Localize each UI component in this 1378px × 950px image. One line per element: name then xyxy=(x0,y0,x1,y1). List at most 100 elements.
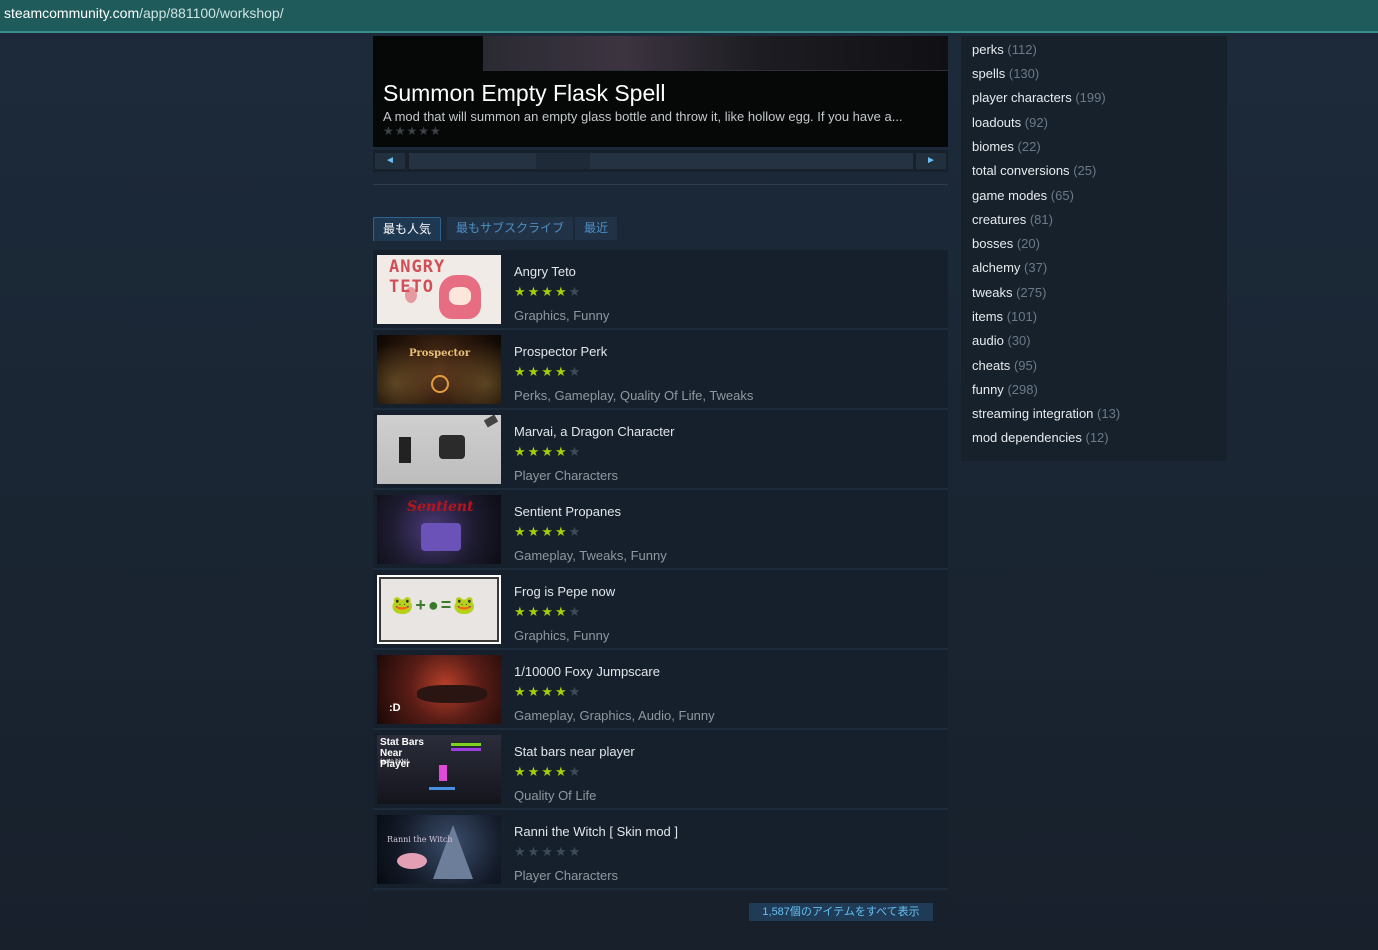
item-thumbnail[interactable]: Stat Bars Near Player (auto hide) xyxy=(377,735,501,804)
list-item[interactable]: ANGRY TETO Angry Teto ★★★★★ Graphics, Fu… xyxy=(373,250,948,330)
tag-link-bosses[interactable]: bosses (20) xyxy=(972,236,1040,251)
featured-title[interactable]: Summon Empty Flask Spell xyxy=(383,80,665,107)
star-icon: ★ xyxy=(568,364,583,379)
item-title[interactable]: Prospector Perk xyxy=(514,344,607,359)
tag-link-audio[interactable]: audio (30) xyxy=(972,333,1031,348)
item-thumbnail[interactable]: ANGRY TETO xyxy=(377,255,501,324)
star-icon: ★ xyxy=(527,604,542,619)
thumbnail-text: Stat Bars Near Player xyxy=(380,737,424,770)
star-icon: ★ xyxy=(568,844,583,859)
tag-link-game-modes[interactable]: game modes (65) xyxy=(972,188,1074,203)
item-title[interactable]: Stat bars near player xyxy=(514,744,635,759)
item-title[interactable]: Sentient Propanes xyxy=(514,504,621,519)
item-thumbnail[interactable] xyxy=(377,415,501,484)
tag-link-spells[interactable]: spells (130) xyxy=(972,66,1039,81)
item-rating: ★★★★★ xyxy=(514,764,582,780)
carousel-thumb[interactable] xyxy=(536,153,590,169)
item-thumbnail[interactable]: Ranni the Witch xyxy=(377,815,501,884)
star-icon: ★ xyxy=(554,444,569,459)
list-item[interactable]: Marvai, a Dragon Character ★★★★★ Player … xyxy=(373,410,948,490)
star-icon: ★ xyxy=(541,444,555,459)
star-icon: ★ xyxy=(554,524,569,539)
item-rating: ★★★★★ xyxy=(514,284,582,300)
star-icon: ★ xyxy=(514,844,528,859)
address-bar[interactable]: steamcommunity.com/app/881100/workshop/ xyxy=(0,0,1378,33)
tab-recent[interactable]: 最近 xyxy=(575,217,618,240)
tag-link-mod-dependencies[interactable]: mod dependencies (12) xyxy=(972,430,1109,445)
item-thumbnail[interactable]: 🐸+●=🐸 xyxy=(377,575,501,644)
list-item[interactable]: 🐸+●=🐸 Frog is Pepe now ★★★★★ Graphics, F… xyxy=(373,570,948,650)
carousel-right-arrow-icon[interactable]: ► xyxy=(916,153,946,169)
star-icon: ★ xyxy=(514,604,528,619)
item-tags: Gameplay, Tweaks, Funny xyxy=(514,548,667,563)
star-icon: ★ xyxy=(554,364,569,379)
list-item[interactable]: Stat Bars Near Player (auto hide) Stat b… xyxy=(373,730,948,810)
tag-link-player-characters[interactable]: player characters (199) xyxy=(972,90,1106,105)
item-rating: ★★★★★ xyxy=(514,524,582,540)
star-icon: ★ xyxy=(541,524,555,539)
tag-browse-panel: perks (112) spells (130) player characte… xyxy=(961,36,1227,461)
item-tags: Gameplay, Graphics, Audio, Funny xyxy=(514,708,715,723)
featured-description: A mod that will summon an empty glass bo… xyxy=(383,109,903,124)
thumbnail-text: Ranni the Witch xyxy=(387,835,453,844)
star-icon: ★ xyxy=(527,684,542,699)
star-icon: ★ xyxy=(514,284,528,299)
list-item[interactable]: Ranni the Witch Ranni the Witch [ Skin m… xyxy=(373,810,948,890)
item-thumbnail[interactable]: Sentient xyxy=(377,495,501,564)
tag-link-biomes[interactable]: biomes (22) xyxy=(972,139,1041,154)
carousel-left-arrow-icon[interactable]: ◄ xyxy=(375,153,405,169)
tag-link-funny[interactable]: funny (298) xyxy=(972,382,1038,397)
tag-link-perks[interactable]: perks (112) xyxy=(972,42,1037,57)
carousel-scrollbar[interactable]: ◄ ► xyxy=(373,150,948,172)
featured-item[interactable]: Summon Empty Flask Spell A mod that will… xyxy=(373,36,948,147)
item-rating: ★★★★★ xyxy=(514,604,582,620)
list-item[interactable]: :D 1/10000 Foxy Jumpscare ★★★★★ Gameplay… xyxy=(373,650,948,730)
thumbnail-text: Sentient xyxy=(407,499,474,515)
tag-link-loadouts[interactable]: loadouts (92) xyxy=(972,115,1048,130)
item-thumbnail[interactable]: Prospector xyxy=(377,335,501,404)
item-title[interactable]: 1/10000 Foxy Jumpscare xyxy=(514,664,660,679)
tag-link-streaming-integration[interactable]: streaming integration (13) xyxy=(972,406,1120,421)
carousel-track[interactable] xyxy=(409,153,913,169)
list-item[interactable]: Sentient Sentient Propanes ★★★★★ Gamepla… xyxy=(373,490,948,570)
list-item[interactable]: Prospector Prospector Perk ★★★★★ Perks, … xyxy=(373,330,948,410)
thumbnail-subtext: (auto hide) xyxy=(380,759,409,765)
star-icon: ★ xyxy=(541,284,555,299)
star-icon: ★ xyxy=(541,764,555,779)
item-thumbnail[interactable]: :D xyxy=(377,655,501,724)
star-icon: ★ xyxy=(527,364,542,379)
url-text[interactable]: steamcommunity.com/app/881100/workshop/ xyxy=(4,5,284,21)
tag-link-items[interactable]: items (101) xyxy=(972,309,1037,324)
star-icon: ★ xyxy=(568,684,583,699)
tag-link-tweaks[interactable]: tweaks (275) xyxy=(972,285,1046,300)
item-tags: Player Characters xyxy=(514,868,619,883)
item-rating: ★★★★★ xyxy=(514,844,582,860)
item-title[interactable]: Marvai, a Dragon Character xyxy=(514,424,674,439)
star-icon: ★ xyxy=(568,524,583,539)
tag-link-alchemy[interactable]: alchemy (37) xyxy=(972,260,1047,275)
item-title[interactable]: Angry Teto xyxy=(514,264,576,279)
thumbnail-text: 🐸+●=🐸 xyxy=(391,595,478,615)
tag-link-creatures[interactable]: creatures (81) xyxy=(972,212,1053,227)
star-icon: ★ xyxy=(527,524,542,539)
star-icon: ★ xyxy=(568,604,583,619)
star-icon: ★ xyxy=(514,764,528,779)
item-rating: ★★★★★ xyxy=(514,364,582,380)
item-rating: ★★★★★ xyxy=(514,684,582,700)
star-icon: ★ xyxy=(527,844,542,859)
tag-link-cheats[interactable]: cheats (95) xyxy=(972,358,1037,373)
list-footer: 1,587個のアイテムをすべて表示 xyxy=(373,892,948,932)
star-icon: ★ xyxy=(554,764,569,779)
star-icon: ★ xyxy=(541,364,555,379)
view-all-button[interactable]: 1,587個のアイテムをすべて表示 xyxy=(749,903,933,921)
tab-most-subscribed[interactable]: 最もサブスクライブ xyxy=(447,217,574,240)
item-title[interactable]: Frog is Pepe now xyxy=(514,584,615,599)
featured-rating: ★★★★★ xyxy=(383,124,442,138)
tag-link-total-conversions[interactable]: total conversions (25) xyxy=(972,163,1096,178)
tab-most-popular[interactable]: 最も人気 xyxy=(373,217,442,241)
featured-image xyxy=(483,36,948,71)
star-icon: ★ xyxy=(541,684,555,699)
star-icon: ★ xyxy=(527,444,542,459)
thumbnail-text: :D xyxy=(389,702,401,714)
item-title[interactable]: Ranni the Witch [ Skin mod ] xyxy=(514,824,678,839)
